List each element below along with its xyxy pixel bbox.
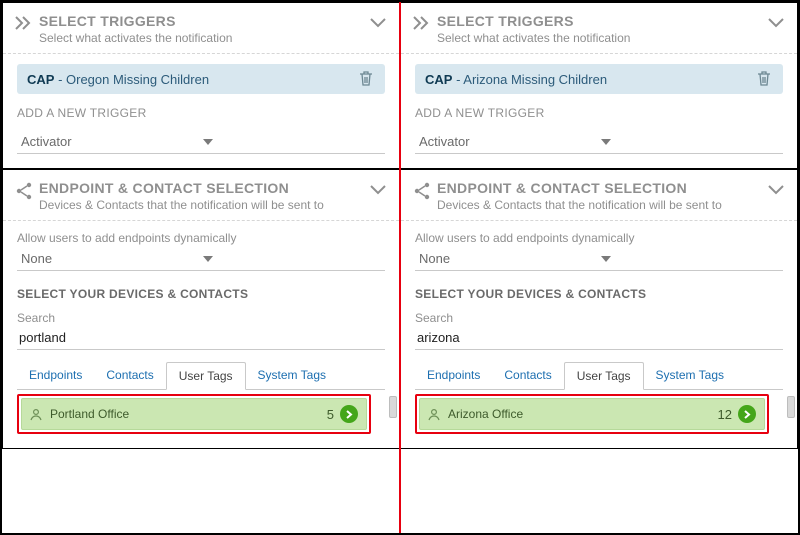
caret-down-icon	[601, 139, 783, 145]
tab-contacts[interactable]: Contacts	[492, 362, 563, 389]
tabs: Endpoints Contacts User Tags System Tags	[415, 362, 783, 390]
tab-system-tags[interactable]: System Tags	[246, 362, 338, 389]
triggers-header[interactable]: SELECT TRIGGERS Select what activates th…	[3, 3, 399, 54]
triggers-title: SELECT TRIGGERS	[39, 13, 369, 29]
dynamic-endpoints-dropdown[interactable]: None	[17, 247, 385, 271]
user-tag-name: Portland Office	[50, 407, 327, 421]
caret-down-icon	[203, 139, 385, 145]
double-chevron-right-icon	[15, 13, 39, 31]
user-tag-row[interactable]: Portland Office 5	[21, 398, 367, 430]
endpoints-header[interactable]: ENDPOINT & CONTACT SELECTION Devices & C…	[3, 170, 399, 221]
share-icon	[413, 180, 437, 200]
user-tag-count: 5	[327, 407, 334, 422]
triggers-title: SELECT TRIGGERS	[437, 13, 767, 29]
caret-down-icon	[601, 256, 783, 262]
person-icon	[30, 408, 42, 421]
user-tag-count: 12	[718, 407, 732, 422]
person-icon	[428, 408, 440, 421]
trash-icon[interactable]	[359, 71, 375, 87]
search-label: Search	[415, 311, 783, 325]
chevron-down-icon[interactable]	[767, 13, 785, 29]
tab-user-tags[interactable]: User Tags	[166, 362, 246, 390]
scrollbar[interactable]	[787, 396, 795, 418]
trash-icon[interactable]	[757, 71, 773, 87]
chevron-down-icon[interactable]	[369, 180, 387, 196]
endpoints-subtitle: Devices & Contacts that the notification…	[437, 198, 767, 212]
dynamic-endpoints-label: Allow users to add endpoints dynamically	[17, 231, 385, 245]
arrow-circle-right-icon[interactable]	[738, 405, 756, 423]
user-tag-row[interactable]: Arizona Office 12	[419, 398, 765, 430]
dynamic-endpoints-value: None	[419, 251, 601, 266]
endpoints-title: ENDPOINT & CONTACT SELECTION	[437, 180, 767, 196]
trigger-chip[interactable]: CAP - Oregon Missing Children	[17, 64, 385, 94]
dynamic-endpoints-value: None	[21, 251, 203, 266]
activator-dropdown[interactable]: Activator	[17, 130, 385, 154]
tab-user-tags[interactable]: User Tags	[564, 362, 644, 390]
activator-label: Activator	[419, 134, 601, 149]
select-devices-heading: SELECT YOUR DEVICES & CONTACTS	[415, 287, 783, 301]
endpoints-subtitle: Devices & Contacts that the notification…	[39, 198, 369, 212]
select-devices-heading: SELECT YOUR DEVICES & CONTACTS	[17, 287, 385, 301]
tab-contacts[interactable]: Contacts	[94, 362, 165, 389]
endpoints-header[interactable]: ENDPOINT & CONTACT SELECTION Devices & C…	[401, 170, 797, 221]
search-input[interactable]	[17, 327, 385, 350]
trigger-chip-label: CAP - Oregon Missing Children	[27, 72, 359, 87]
scrollbar[interactable]	[389, 396, 397, 418]
share-icon	[15, 180, 39, 200]
trigger-chip-label: CAP - Arizona Missing Children	[425, 72, 757, 87]
tab-endpoints[interactable]: Endpoints	[415, 362, 492, 389]
result-highlight: Arizona Office 12	[415, 394, 769, 434]
trigger-chip[interactable]: CAP - Arizona Missing Children	[415, 64, 783, 94]
chevron-down-icon[interactable]	[767, 180, 785, 196]
tab-system-tags[interactable]: System Tags	[644, 362, 736, 389]
dynamic-endpoints-dropdown[interactable]: None	[415, 247, 783, 271]
caret-down-icon	[203, 256, 385, 262]
double-chevron-right-icon	[413, 13, 437, 31]
chevron-down-icon[interactable]	[369, 13, 387, 29]
triggers-header[interactable]: SELECT TRIGGERS Select what activates th…	[401, 3, 797, 54]
search-label: Search	[17, 311, 385, 325]
dynamic-endpoints-label: Allow users to add endpoints dynamically	[415, 231, 783, 245]
search-input[interactable]	[415, 327, 783, 350]
add-trigger-label: ADD A NEW TRIGGER	[415, 106, 783, 120]
tabs: Endpoints Contacts User Tags System Tags	[17, 362, 385, 390]
triggers-subtitle: Select what activates the notification	[39, 31, 369, 45]
tab-endpoints[interactable]: Endpoints	[17, 362, 94, 389]
arrow-circle-right-icon[interactable]	[340, 405, 358, 423]
vertical-divider	[399, 2, 401, 533]
triggers-subtitle: Select what activates the notification	[437, 31, 767, 45]
activator-label: Activator	[21, 134, 203, 149]
user-tag-name: Arizona Office	[448, 407, 718, 421]
add-trigger-label: ADD A NEW TRIGGER	[17, 106, 385, 120]
activator-dropdown[interactable]: Activator	[415, 130, 783, 154]
endpoints-title: ENDPOINT & CONTACT SELECTION	[39, 180, 369, 196]
result-highlight: Portland Office 5	[17, 394, 371, 434]
